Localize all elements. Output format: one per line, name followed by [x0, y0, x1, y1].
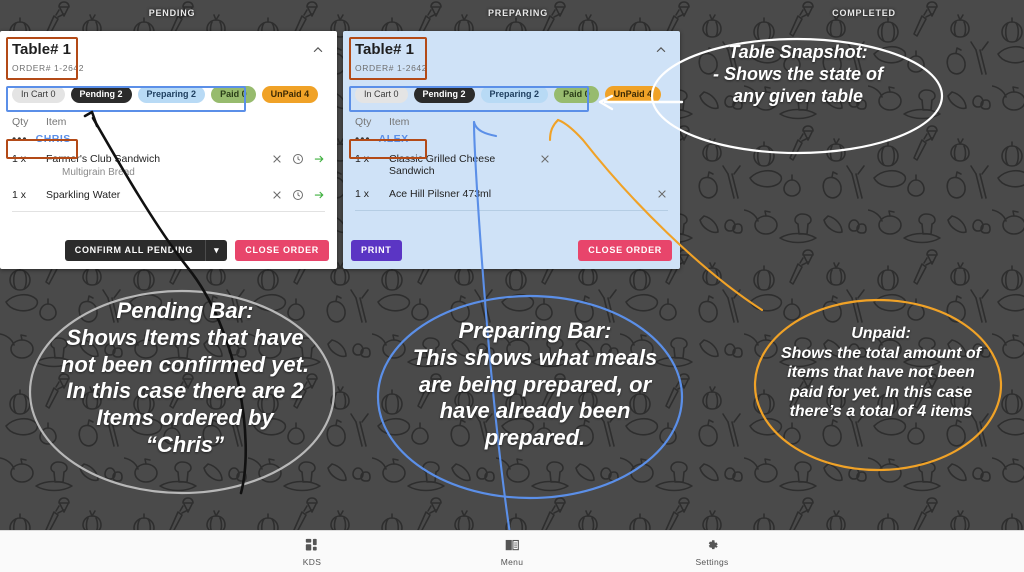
divider [12, 211, 325, 212]
close-icon[interactable] [271, 189, 283, 201]
items-table-header: Qty Item [343, 106, 680, 130]
order-card-pending[interactable]: Table# 1 ORDER# 1-2642 In Cart 0 Pending… [0, 31, 337, 269]
annotation-label-pending: Pending Bar: Shows Items that have not b… [60, 298, 310, 458]
item-name-wrap: Classic Grilled Cheese Sandwich [389, 153, 539, 177]
table-row[interactable]: 1 x Classic Grilled Cheese Sandwich [343, 148, 680, 179]
guest-row[interactable]: ••• CHRIS [0, 130, 337, 148]
nav-item-settings[interactable]: Settings [612, 537, 812, 567]
guest-name: CHRIS [35, 133, 71, 145]
item-name-wrap: Ace Hill Pilsner 473ml [389, 188, 656, 200]
chip-unpaid[interactable]: UnPaid 4 [604, 86, 662, 103]
col-label-item: Item [46, 116, 67, 128]
chevron-down-icon[interactable]: ▾ [205, 240, 228, 261]
more-horizontal-icon[interactable]: ••• [12, 133, 28, 145]
close-icon[interactable] [656, 188, 668, 200]
gear-icon [612, 537, 812, 555]
column-header-completed: COMPLETED [832, 8, 896, 18]
col-label-qty: Qty [12, 116, 29, 128]
column-header-pending: PENDING [148, 8, 196, 18]
print-button[interactable]: PRINT [351, 240, 402, 261]
nav-label-kds: KDS [302, 556, 322, 567]
card-header: Table# 1 ORDER# 1-2642 [343, 31, 680, 77]
chip-in-cart[interactable]: In Cart 0 [12, 86, 65, 103]
guest-name: ALEX [378, 133, 409, 145]
chip-unpaid[interactable]: UnPaid 4 [261, 86, 319, 103]
table-title: Table# 1 [355, 41, 414, 58]
row-actions [271, 153, 325, 165]
table-row[interactable]: 1 x Ace Hill Pilsner 473ml [343, 179, 680, 202]
col-label-item: Item [389, 116, 410, 128]
close-order-button[interactable]: CLOSE ORDER [578, 240, 672, 261]
chip-preparing[interactable]: Preparing 2 [480, 86, 549, 103]
item-name-wrap: Farmer's Club Sandwich Multigrain Bread [46, 153, 271, 178]
annotation-label-unpaid: Unpaid: Shows the total amount of items … [781, 325, 981, 421]
row-actions [656, 188, 668, 200]
chip-in-cart[interactable]: In Cart 0 [355, 86, 408, 103]
dashboard-grid-icon [212, 537, 412, 555]
chip-pending[interactable]: Pending 2 [413, 86, 475, 103]
status-chip-bar[interactable]: In Cart 0 Pending 2 Preparing 2 Paid 0 U… [349, 83, 674, 106]
chip-paid[interactable]: Paid 0 [554, 86, 599, 103]
nav-item-menu[interactable]: Menu [412, 537, 612, 567]
chip-paid[interactable]: Paid 0 [211, 86, 256, 103]
item-name-wrap: Sparkling Water [46, 189, 271, 201]
table-row[interactable]: 1 x Farmer's Club Sandwich Multigrain Br… [0, 148, 337, 180]
book-menu-icon [412, 537, 612, 555]
item-modifier: Multigrain Bread [62, 167, 135, 178]
arrow-right-icon[interactable] [313, 189, 325, 201]
card-header: Table# 1 ORDER# 1-2642 [0, 31, 337, 77]
app-root: PENDING PREPARING COMPLETED Table# 1 ORD… [0, 0, 1024, 572]
item-name: Farmer's Club Sandwich [46, 153, 161, 165]
item-qty: 1 x [12, 189, 27, 201]
guest-row[interactable]: ••• ALEX [343, 130, 680, 148]
card-footer: PRINT CLOSE ORDER [343, 240, 680, 261]
status-chip-bar[interactable]: In Cart 0 Pending 2 Preparing 2 Paid 0 U… [6, 83, 331, 106]
table-row[interactable]: 1 x Sparkling Water [0, 180, 337, 203]
nav-label-menu: Menu [500, 556, 524, 567]
confirm-all-pending-button[interactable]: CONFIRM ALL PENDING [64, 240, 206, 261]
nav-label-settings: Settings [695, 556, 729, 567]
items-table-header: Qty Item [0, 106, 337, 130]
clock-icon[interactable] [292, 189, 304, 201]
chip-preparing[interactable]: Preparing 2 [137, 86, 206, 103]
row-actions [539, 153, 551, 165]
arrow-right-icon[interactable] [313, 153, 325, 165]
more-horizontal-icon[interactable]: ••• [355, 133, 371, 145]
item-qty: 1 x [355, 153, 370, 165]
item-qty: 1 x [355, 188, 370, 200]
divider [355, 210, 668, 211]
row-actions [271, 189, 325, 201]
bottom-navigation: KDS Menu Settings [0, 530, 1024, 572]
close-order-button[interactable]: CLOSE ORDER [235, 240, 329, 261]
chip-pending[interactable]: Pending 2 [70, 86, 132, 103]
item-name: Ace Hill Pilsner 473ml [389, 188, 492, 200]
order-number: ORDER# 1-2642 [12, 63, 85, 73]
clock-icon[interactable] [292, 153, 304, 165]
order-number: ORDER# 1-2642 [355, 63, 428, 73]
item-name: Sparkling Water [46, 189, 121, 201]
close-icon[interactable] [539, 153, 551, 165]
annotation-label-snapshot: Table Snapshot: - Shows the state of any… [712, 42, 883, 106]
table-title: Table# 1 [12, 41, 71, 58]
nav-item-kds[interactable]: KDS [212, 537, 412, 567]
item-qty: 1 x [12, 153, 27, 165]
chevron-up-icon[interactable] [311, 43, 325, 57]
annotation-label-preparing: Preparing Bar: This shows what meals are… [412, 318, 658, 451]
card-footer: CONFIRM ALL PENDING ▾ CLOSE ORDER [0, 240, 337, 261]
close-icon[interactable] [271, 153, 283, 165]
col-label-qty: Qty [355, 116, 372, 128]
item-name: Classic Grilled Cheese Sandwich [389, 153, 496, 177]
order-card-preparing[interactable]: Table# 1 ORDER# 1-2642 In Cart 0 Pending… [343, 31, 680, 269]
column-header-preparing: PREPARING [487, 8, 549, 18]
